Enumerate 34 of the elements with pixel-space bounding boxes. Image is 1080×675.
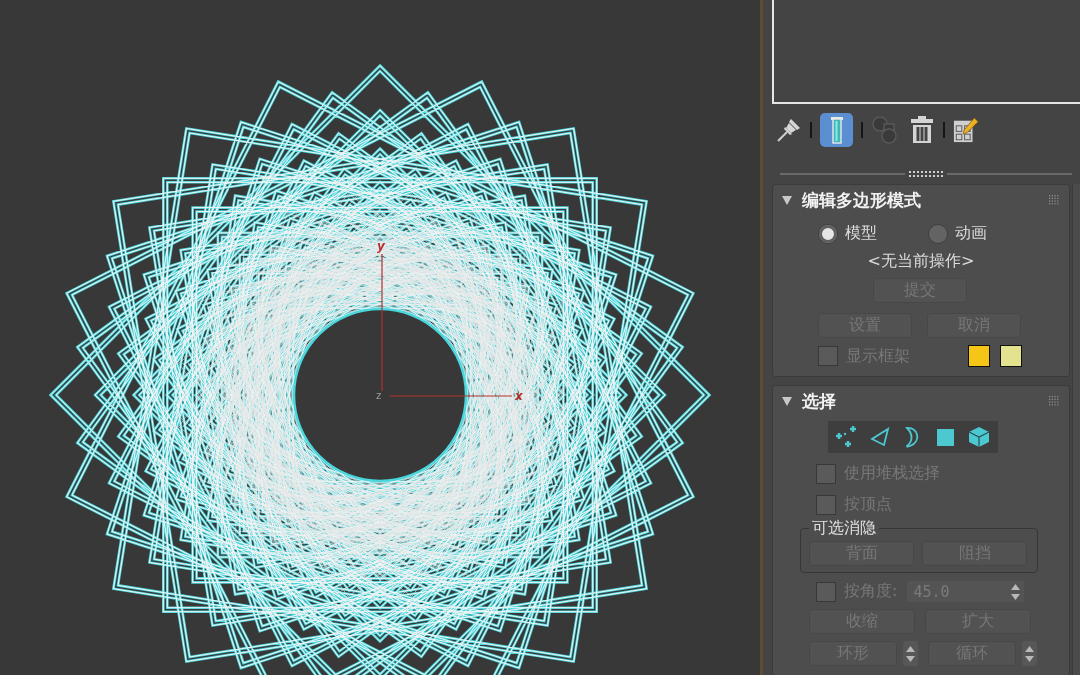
spinner-button[interactable] <box>903 641 918 666</box>
cube-icon <box>967 426 990 448</box>
color-swatch-icon[interactable] <box>968 345 990 367</box>
axis-label: x <box>515 389 523 403</box>
group-label: 可选消隐 <box>811 518 877 539</box>
modifier-stack-list[interactable] <box>772 0 1080 104</box>
toolbar-button[interactable] <box>820 113 853 147</box>
radio-label: 动画 <box>955 223 987 244</box>
axis-label: z <box>376 390 382 401</box>
spinner-arrows-icon <box>1011 583 1021 600</box>
spinner-button[interactable] <box>1022 641 1037 666</box>
square-icon <box>937 428 954 446</box>
spinner-arrows-icon <box>906 645 915 662</box>
trash-icon <box>910 116 934 144</box>
current-operation-text: <无当前操作> <box>867 252 975 270</box>
caret-icon[interactable] <box>782 195 792 205</box>
radio-button[interactable] <box>928 223 948 244</box>
grid-pencil-icon <box>953 116 979 144</box>
vertex-dots-icon <box>834 426 859 448</box>
crescent-outline-icon <box>904 426 921 448</box>
rollout-title[interactable]: 选择 <box>802 389 1039 413</box>
radio-label: 模型 <box>845 223 877 244</box>
pushpin-icon <box>777 118 801 142</box>
grip-dots-icon <box>1049 396 1059 406</box>
rollout-title[interactable]: 编辑多边形模式 <box>802 188 1039 212</box>
panel-splitter[interactable] <box>780 171 1072 177</box>
radio-button[interactable] <box>818 223 838 244</box>
color-swatch-icon[interactable] <box>1000 345 1022 367</box>
axis-label: y <box>377 239 385 253</box>
grip-dots-icon <box>1049 195 1059 205</box>
tube-icon <box>829 116 844 144</box>
spinner-arrows-icon <box>1025 645 1034 662</box>
triangle-outline-icon <box>869 427 890 447</box>
caret-icon[interactable] <box>782 396 792 406</box>
